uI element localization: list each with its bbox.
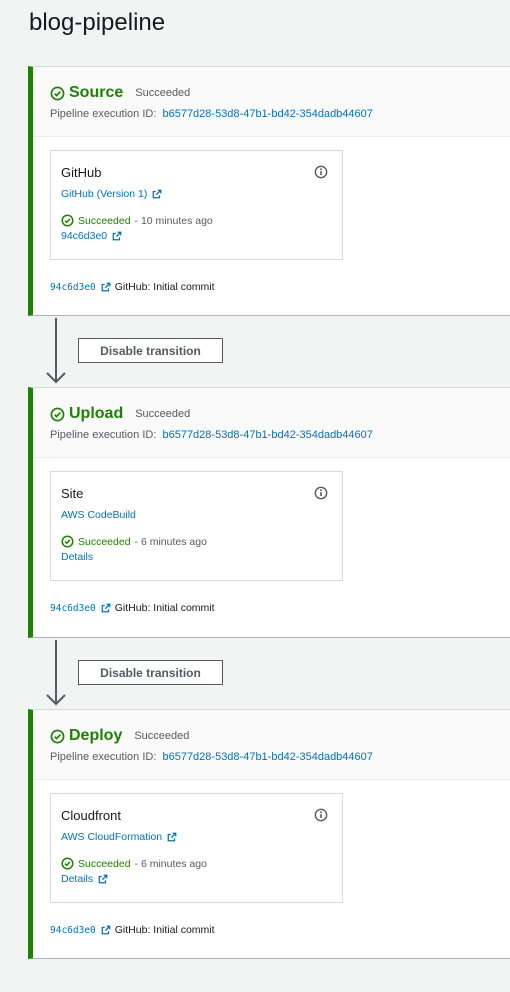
external-link-icon (167, 832, 177, 842)
commit-id-link[interactable]: 94c6d3e0 (50, 925, 96, 936)
external-link-icon (152, 189, 162, 199)
detail-label: 94c6d3e0 (61, 230, 108, 242)
provider-link[interactable]: AWS CloudFormation (61, 831, 342, 843)
stage-deploy: Deploy Succeeded Pipeline execution ID: … (28, 709, 510, 959)
provider-label: GitHub (Version 1) (61, 188, 148, 200)
commit-id-link[interactable]: 94c6d3e0 (50, 603, 96, 614)
provider-link[interactable]: AWS CodeBuild (61, 509, 342, 521)
external-link-icon[interactable] (101, 282, 111, 292)
action-card-cloudfront: Cloudfront AWS CloudFormation Succeeded … (50, 793, 343, 903)
commit-message: GitHub: Initial commit (114, 281, 215, 293)
check-circle-icon (50, 407, 65, 422)
details-link[interactable]: Details (61, 551, 342, 563)
stage-upload: Upload Succeeded Pipeline execution ID: … (28, 387, 510, 638)
info-icon[interactable] (314, 165, 328, 179)
execution-id-label: Pipeline execution ID: (50, 108, 157, 120)
arrow-down-icon (46, 318, 66, 384)
commit-row: 94c6d3e0 GitHub: Initial commit (50, 602, 215, 614)
stage-source: Source Succeeded Pipeline execution ID: … (28, 66, 510, 316)
check-circle-icon (61, 214, 74, 227)
disable-transition-button[interactable]: Disable transition (78, 338, 223, 363)
stage-name: Deploy (69, 727, 123, 744)
external-link-icon (112, 231, 122, 241)
stage-status: Succeeded (135, 87, 191, 99)
stage-header: Deploy Succeeded Pipeline execution ID: … (33, 710, 510, 780)
execution-id-link[interactable]: b6577d28-53d8-47b1-bd42-354dadb44607 (162, 429, 372, 441)
commit-id-link[interactable]: 94c6d3e0 (50, 282, 96, 293)
commit-row: 94c6d3e0 GitHub: Initial commit (50, 924, 215, 936)
provider-label: AWS CloudFormation (61, 831, 163, 843)
action-card-site: Site AWS CodeBuild Succeeded - 6 minutes… (50, 471, 343, 581)
stage-header: Source Succeeded Pipeline execution ID: … (33, 67, 510, 137)
arrow-down-icon (46, 640, 66, 706)
check-circle-icon (50, 729, 65, 744)
external-link-icon[interactable] (101, 925, 111, 935)
action-time: - 10 minutes ago (134, 214, 213, 227)
action-status: Succeeded (78, 535, 131, 548)
action-name: GitHub (61, 165, 102, 180)
provider-label: AWS CodeBuild (61, 509, 136, 521)
stage-name: Upload (69, 405, 124, 422)
execution-id-label: Pipeline execution ID: (50, 429, 157, 441)
action-name: Cloudfront (61, 808, 121, 823)
stage-status: Succeeded (134, 730, 190, 742)
stage-header: Upload Succeeded Pipeline execution ID: … (33, 388, 510, 458)
check-circle-icon (61, 857, 74, 870)
action-time: - 6 minutes ago (134, 857, 207, 870)
stage-status: Succeeded (135, 408, 191, 420)
action-name: Site (61, 486, 84, 501)
execution-id-link[interactable]: b6577d28-53d8-47b1-bd42-354dadb44607 (162, 108, 372, 120)
commit-detail-link[interactable]: 94c6d3e0 (61, 230, 342, 242)
action-card-github: GitHub GitHub (Version 1) Succeeded - 10… (50, 150, 343, 260)
check-circle-icon (61, 535, 74, 548)
action-status: Succeeded (78, 857, 131, 870)
details-link[interactable]: Details (61, 873, 342, 885)
stage-name: Source (69, 84, 124, 101)
action-time: - 6 minutes ago (134, 535, 207, 548)
info-icon[interactable] (314, 808, 328, 822)
execution-id-link[interactable]: b6577d28-53d8-47b1-bd42-354dadb44607 (162, 751, 372, 763)
transition: Disable transition (44, 316, 244, 386)
detail-label: Details (61, 551, 94, 563)
commit-row: 94c6d3e0 GitHub: Initial commit (50, 281, 215, 293)
external-link-icon (98, 874, 108, 884)
detail-label: Details (61, 873, 94, 885)
info-icon[interactable] (314, 486, 328, 500)
execution-id-label: Pipeline execution ID: (50, 751, 157, 763)
commit-message: GitHub: Initial commit (114, 924, 215, 936)
action-status: Succeeded (78, 214, 131, 227)
provider-link[interactable]: GitHub (Version 1) (61, 188, 342, 200)
disable-transition-button[interactable]: Disable transition (78, 660, 223, 685)
transition: Disable transition (44, 638, 244, 708)
page-title: blog-pipeline (29, 9, 166, 36)
external-link-icon[interactable] (101, 603, 111, 613)
check-circle-icon (50, 86, 65, 101)
commit-message: GitHub: Initial commit (114, 602, 215, 614)
